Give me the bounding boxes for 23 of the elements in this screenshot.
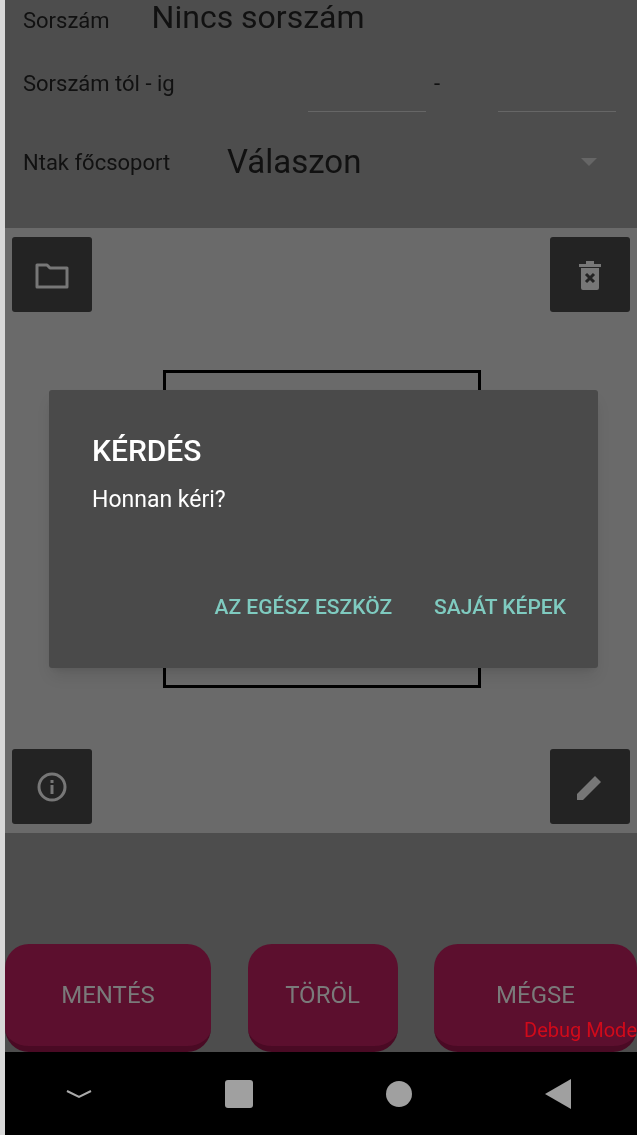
folder-icon-button[interactable] (12, 237, 92, 312)
chevron-down-icon[interactable] (66, 1088, 93, 1099)
dropdown[interactable]: Ntak főcsoport Válaszon (5, 132, 637, 192)
debug-label: Debug Mode (524, 1017, 637, 1044)
info-icon (36, 770, 68, 803)
info-button[interactable] (12, 749, 92, 824)
square-icon[interactable] (225, 1079, 254, 1108)
dropdown-arrow-icon (581, 158, 597, 166)
field-value: Nincs sorszám (151, 0, 365, 34)
dialog-message: Honnan kéri? (92, 485, 227, 515)
edit-button[interactable] (550, 749, 630, 824)
dialog-button[interactable]: SAJÁT KÉPEK (422, 585, 578, 629)
dialog-button[interactable]: AZ EGÉSZ ESZKÖZ (202, 585, 405, 629)
range-separator: - (433, 69, 442, 98)
circle-icon[interactable] (385, 1080, 412, 1107)
delete-button[interactable] (550, 237, 630, 312)
dialog-title: KÉRDÉS (92, 432, 203, 470)
action-button[interactable]: TÖRÖL (247, 944, 398, 1052)
back-triangle-icon[interactable] (544, 1078, 571, 1109)
field-label: Sorszám tól - ig (23, 69, 176, 98)
action-button[interactable]: MENTÉS (5, 944, 211, 1052)
trash-icon (579, 259, 601, 290)
field-label: Sorszám (23, 8, 110, 34)
